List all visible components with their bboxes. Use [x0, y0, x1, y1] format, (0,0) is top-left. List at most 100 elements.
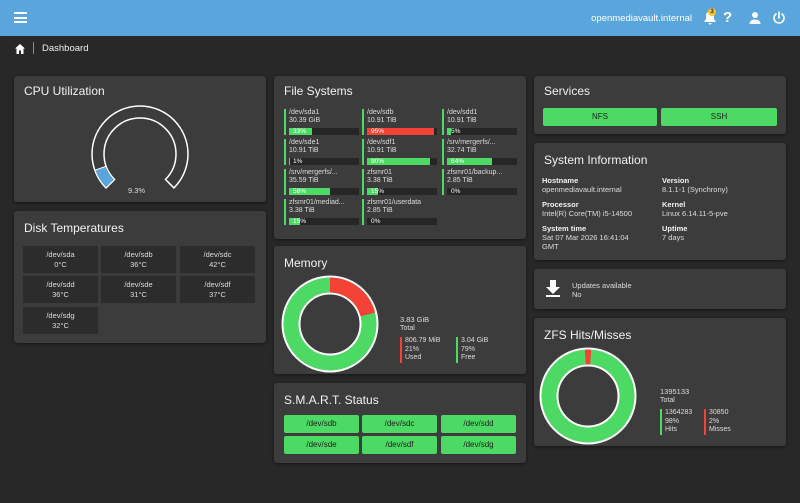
filesystems-card: File Systems /dev/sda1 30.39 GiB 33%/dev/s…: [274, 76, 526, 239]
processor-label: Processor: [542, 200, 579, 209]
filesystem-usage-pct: 0%: [371, 218, 381, 225]
filesystem-usage-bar: 95%: [367, 128, 437, 135]
system-time-label: System time: [542, 224, 587, 233]
filesystems-title: File Systems: [284, 84, 353, 98]
hostname-label: openmediavault.internal: [591, 13, 692, 24]
disk-temp-value: 36°C: [130, 260, 147, 269]
memory-total-label: Total: [400, 325, 415, 332]
sysinfo-title: System Information: [544, 153, 648, 167]
filesystem-name: /dev/sdb: [367, 109, 394, 116]
filesystem-usage-bar: 0%: [447, 188, 517, 195]
smart-card: S.M.A.R.T. Status /dev/sdb/dev/sdc/dev/s…: [274, 383, 526, 463]
smart-device[interactable]: /dev/sdg: [441, 436, 516, 454]
services-title: Services: [544, 84, 591, 98]
zfs-total-label: Total: [660, 397, 675, 404]
hostname-value: openmediavault.internal: [542, 185, 622, 194]
zfs-title: ZFS Hits/Misses: [544, 328, 632, 342]
filesystem-item[interactable]: zfsmr01/userdata 2.85 TiB 0%: [362, 199, 437, 225]
updates-title: Updates available: [572, 281, 632, 290]
disk-temp-tile: /dev/sdc 42°C: [180, 246, 255, 273]
filesystem-size: 10.91 TiB: [289, 147, 319, 154]
updates-value: No: [572, 290, 582, 299]
smart-device[interactable]: /dev/sdc: [362, 415, 437, 433]
zfs-total: 1395133: [660, 387, 690, 396]
zfs-hits-legend: 1364283 98% Hits: [660, 409, 692, 435]
filesystem-item[interactable]: /dev/sda1 30.39 GiB 33%: [284, 109, 359, 135]
uptime-label: Uptime: [662, 224, 688, 233]
disk-temps-title: Disk Temperatures: [24, 221, 124, 235]
menu-icon[interactable]: [14, 12, 27, 23]
filesystem-usage-bar: 33%: [289, 128, 359, 135]
zfs-misses-pct: 2%: [709, 417, 720, 425]
kernel-value: Linux 6.14.11-5-pve: [662, 209, 728, 218]
filesystem-item[interactable]: zfsmr01/backup... 2.85 TiB 0%: [442, 169, 517, 195]
filesystem-item[interactable]: /dev/sdd1 10.91 TiB 5%: [442, 109, 517, 135]
filesystem-item[interactable]: /srv/mergerfs/... 32.74 TiB 64%: [442, 139, 517, 165]
filesystem-item[interactable]: /dev/sdf1 10.91 TiB 90%: [362, 139, 437, 165]
disk-temp-tile: /dev/sda 0°C: [23, 246, 98, 273]
filesystem-size: 3.38 TiB: [367, 177, 393, 184]
filesystem-size: 10.91 TiB: [367, 147, 397, 154]
disk-temp-value: 0°C: [54, 260, 67, 269]
filesystem-usage-fill: [289, 158, 290, 165]
uptime-value: 7 days: [662, 233, 685, 242]
user-icon[interactable]: [747, 10, 763, 26]
filesystem-item[interactable]: /dev/sdb 10.91 TiB 95%: [362, 109, 437, 135]
memory-title: Memory: [284, 256, 328, 270]
memory-used-value: 806.79 MiB: [405, 337, 441, 344]
filesystem-name: /dev/sde1: [289, 139, 320, 146]
filesystem-usage-fill: [447, 128, 451, 135]
smart-device[interactable]: /dev/sde: [284, 436, 359, 454]
cpu-gauge-fill: [94, 165, 116, 189]
disk-temp-device: /dev/sde: [124, 280, 153, 289]
filesystem-usage-pct: 58%: [293, 188, 307, 195]
cpu-card: CPU Utilization 9.3%: [14, 76, 266, 202]
zfs-hits-label: Hits: [665, 426, 678, 433]
smart-device[interactable]: /dev/sdf: [362, 436, 437, 454]
disk-temp-device: /dev/sdb: [124, 250, 153, 259]
power-icon[interactable]: [771, 10, 787, 26]
help-icon[interactable]: ?: [723, 9, 739, 26]
sysinfo-card: System Information Hostname openmediavau…: [534, 143, 786, 260]
filesystem-name: /dev/sdd1: [447, 109, 478, 116]
filesystem-usage-bar: 58%: [289, 188, 359, 195]
filesystem-name: /dev/sdf1: [367, 139, 396, 146]
disk-temp-device: /dev/sda: [46, 250, 75, 259]
smart-title: S.M.A.R.T. Status: [284, 393, 379, 407]
filesystem-size: 3.38 TiB: [289, 207, 315, 214]
filesystem-item[interactable]: /dev/sde1 10.91 TiB 1%: [284, 139, 359, 165]
zfs-donut: [539, 347, 637, 445]
memory-used-label: Used: [405, 354, 422, 361]
version-label: Version: [662, 176, 690, 185]
filesystem-item[interactable]: /srv/mergerfs/... 35.59 TiB 58%: [284, 169, 359, 195]
breadcrumb-dashboard[interactable]: Dashboard: [42, 43, 88, 54]
filesystem-usage-bar: 15%: [289, 218, 359, 225]
filesystem-usage-bar: 5%: [447, 128, 517, 135]
filesystem-usage-pct: 15%: [371, 188, 385, 195]
zfs-misses-label: Misses: [709, 426, 731, 433]
processor-value: Intel(R) Core(TM) i5-14500: [542, 209, 633, 218]
smart-device[interactable]: /dev/sdb: [284, 415, 359, 433]
service-nfs[interactable]: NFS: [543, 108, 657, 126]
top-bar: openmediavault.internal 3 ?: [0, 0, 800, 36]
disk-temp-device: /dev/sdf: [204, 280, 231, 289]
filesystem-item[interactable]: zfsmr01/mediad... 3.38 TiB 15%: [284, 199, 359, 225]
filesystem-size: 32.74 TiB: [447, 147, 477, 154]
updates-card[interactable]: Updates available No: [534, 269, 786, 309]
memory-free-pct: 79%: [461, 345, 476, 353]
smart-device[interactable]: /dev/sdd: [441, 415, 516, 433]
filesystem-name: /srv/mergerfs/...: [447, 139, 496, 146]
service-ssh[interactable]: SSH: [661, 108, 777, 126]
cpu-value: 9.3%: [128, 186, 146, 195]
filesystem-usage-bar: 1%: [289, 158, 359, 165]
disk-temps-card: Disk Temperatures /dev/sda 0°C/dev/sdb 36°…: [14, 211, 266, 343]
zfs-misses-legend: 30850 2% Misses: [704, 409, 731, 435]
system-time-tz: GMT: [542, 242, 559, 251]
home-icon[interactable]: [14, 42, 26, 54]
memory-free-legend: 3.04 GiB 79% Free: [456, 337, 488, 363]
disk-temp-value: 31°C: [130, 290, 147, 299]
filesystem-usage-pct: 1%: [293, 158, 303, 165]
memory-donut: [281, 275, 379, 373]
filesystem-item[interactable]: zfsmr01 3.38 TiB 15%: [362, 169, 437, 195]
zfs-hits-value: 1364283: [665, 409, 693, 416]
